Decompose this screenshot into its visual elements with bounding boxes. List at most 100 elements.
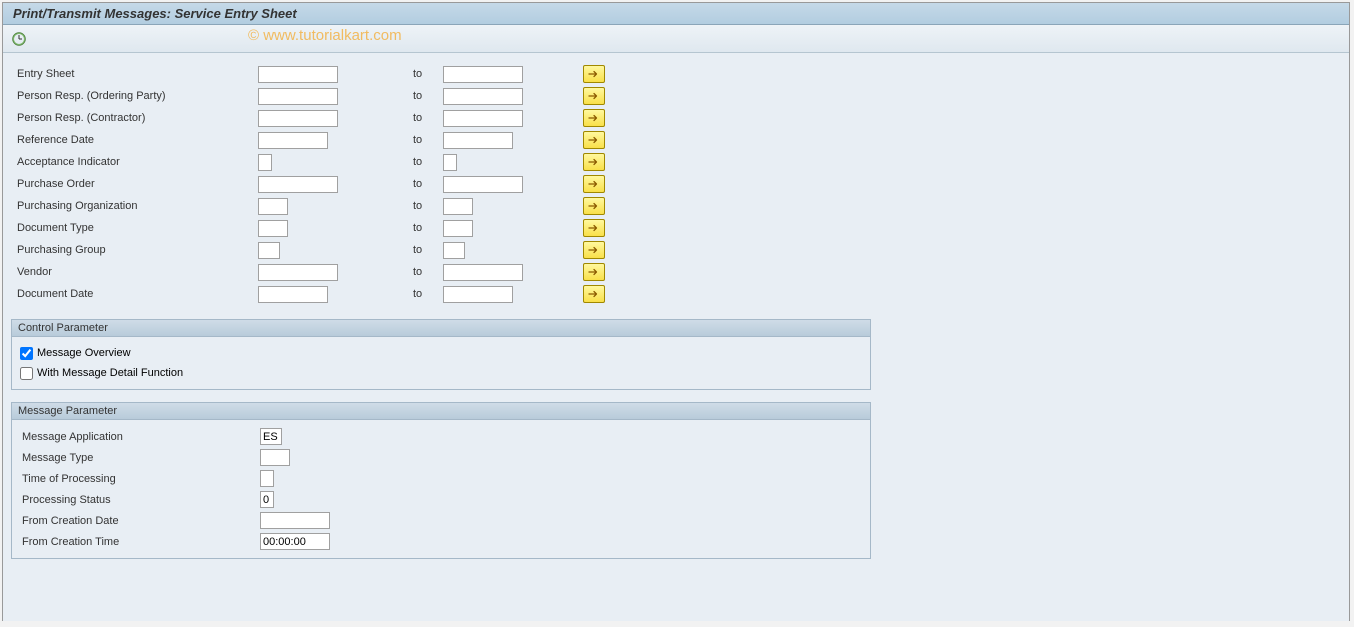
control-parameter-group: Control Parameter Message Overview With … <box>11 319 871 390</box>
from-input[interactable] <box>258 264 338 281</box>
to-input[interactable] <box>443 176 523 193</box>
from-input[interactable] <box>258 220 288 237</box>
from-input[interactable] <box>258 66 338 83</box>
field-row: Document Dateto <box>13 283 1339 305</box>
param-label: From Creation Date <box>20 515 260 527</box>
to-label: to <box>413 134 443 146</box>
field-label: Reference Date <box>13 134 258 146</box>
multiple-selection-button[interactable] <box>583 109 605 127</box>
to-label: to <box>413 156 443 168</box>
to-label: to <box>413 266 443 278</box>
multiple-selection-button[interactable] <box>583 153 605 171</box>
param-row: Processing Status <box>20 489 862 510</box>
title-bar: Print/Transmit Messages: Service Entry S… <box>3 3 1349 25</box>
param-label: From Creation Time <box>20 536 260 548</box>
to-input[interactable] <box>443 132 513 149</box>
field-row: Acceptance Indicator to <box>13 151 1339 173</box>
to-label: to <box>413 178 443 190</box>
field-label: Purchasing Group <box>13 244 258 256</box>
param-input[interactable] <box>260 470 274 487</box>
group-header: Message Parameter <box>12 403 870 420</box>
multiple-selection-button[interactable] <box>583 175 605 193</box>
message-overview-label: Message Overview <box>37 347 131 359</box>
param-input[interactable] <box>260 533 330 550</box>
to-input[interactable] <box>443 88 523 105</box>
multiple-selection-button[interactable] <box>583 131 605 149</box>
field-label: Entry Sheet <box>13 68 258 80</box>
multiple-selection-button[interactable] <box>583 219 605 237</box>
to-input[interactable] <box>443 154 457 171</box>
message-overview-checkbox[interactable] <box>20 347 33 360</box>
with-detail-checkbox[interactable] <box>20 367 33 380</box>
multiple-selection-button[interactable] <box>583 65 605 83</box>
from-input[interactable] <box>258 176 338 193</box>
field-row: Person Resp. (Ordering Party) to <box>13 85 1339 107</box>
param-row: From Creation Time <box>20 531 862 552</box>
field-row: Reference Date to <box>13 129 1339 151</box>
watermark: © www.tutorialkart.com <box>248 27 402 44</box>
multiple-selection-button[interactable] <box>583 87 605 105</box>
param-row: Message Type <box>20 447 862 468</box>
to-input[interactable] <box>443 66 523 83</box>
execute-icon[interactable] <box>11 31 27 47</box>
page-title: Print/Transmit Messages: Service Entry S… <box>13 6 297 21</box>
field-row: Purchasing Group to <box>13 239 1339 261</box>
content-area: Entry SheettoPerson Resp. (Ordering Part… <box>3 53 1349 621</box>
multiple-selection-button[interactable] <box>583 263 605 281</box>
selection-screen: Entry SheettoPerson Resp. (Ordering Part… <box>11 61 1341 307</box>
param-input[interactable] <box>260 512 330 529</box>
field-label: Person Resp. (Contractor) <box>13 112 258 124</box>
group-content: Message Overview With Message Detail Fun… <box>12 337 870 389</box>
to-input[interactable] <box>443 220 473 237</box>
field-row: Document Type to <box>13 217 1339 239</box>
multiple-selection-button[interactable] <box>583 197 605 215</box>
param-label: Message Application <box>20 431 260 443</box>
to-input[interactable] <box>443 286 513 303</box>
from-input[interactable] <box>258 286 328 303</box>
group-header: Control Parameter <box>12 320 870 337</box>
to-input[interactable] <box>443 110 523 127</box>
from-input[interactable] <box>258 132 328 149</box>
from-input[interactable] <box>258 198 288 215</box>
field-row: Entry Sheetto <box>13 63 1339 85</box>
multiple-selection-button[interactable] <box>583 241 605 259</box>
with-detail-label: With Message Detail Function <box>37 367 183 379</box>
to-label: to <box>413 244 443 256</box>
to-input[interactable] <box>443 242 465 259</box>
to-input[interactable] <box>443 198 473 215</box>
multiple-selection-button[interactable] <box>583 285 605 303</box>
to-label: to <box>413 222 443 234</box>
field-label: Purchase Order <box>13 178 258 190</box>
param-label: Processing Status <box>20 494 260 506</box>
field-label: Person Resp. (Ordering Party) <box>13 90 258 102</box>
param-label: Message Type <box>20 452 260 464</box>
field-label: Vendor <box>13 266 258 278</box>
checkbox-row: Message Overview <box>20 343 862 363</box>
to-input[interactable] <box>443 264 523 281</box>
from-input[interactable] <box>258 110 338 127</box>
main-window: Print/Transmit Messages: Service Entry S… <box>2 2 1350 621</box>
param-row: Time of Processing <box>20 468 862 489</box>
param-input[interactable] <box>260 428 282 445</box>
to-label: to <box>413 200 443 212</box>
param-input[interactable] <box>260 449 290 466</box>
from-input[interactable] <box>258 154 272 171</box>
from-input[interactable] <box>258 242 280 259</box>
message-parameter-group: Message Parameter Message ApplicationMes… <box>11 402 871 559</box>
from-input[interactable] <box>258 88 338 105</box>
param-row: Message Application <box>20 426 862 447</box>
field-label: Acceptance Indicator <box>13 156 258 168</box>
to-label: to <box>413 90 443 102</box>
param-label: Time of Processing <box>20 473 260 485</box>
group-content: Message Application Message Type Time of P… <box>12 420 870 558</box>
field-row: Purchasing Organization to <box>13 195 1339 217</box>
param-input[interactable] <box>260 491 274 508</box>
to-label: to <box>413 112 443 124</box>
field-row: Purchase Order to <box>13 173 1339 195</box>
field-label: Purchasing Organization <box>13 200 258 212</box>
field-label: Document Date <box>13 288 258 300</box>
toolbar: © www.tutorialkart.com <box>3 25 1349 53</box>
checkbox-row: With Message Detail Function <box>20 363 862 383</box>
field-label: Document Type <box>13 222 258 234</box>
field-row: Person Resp. (Contractor) to <box>13 107 1339 129</box>
